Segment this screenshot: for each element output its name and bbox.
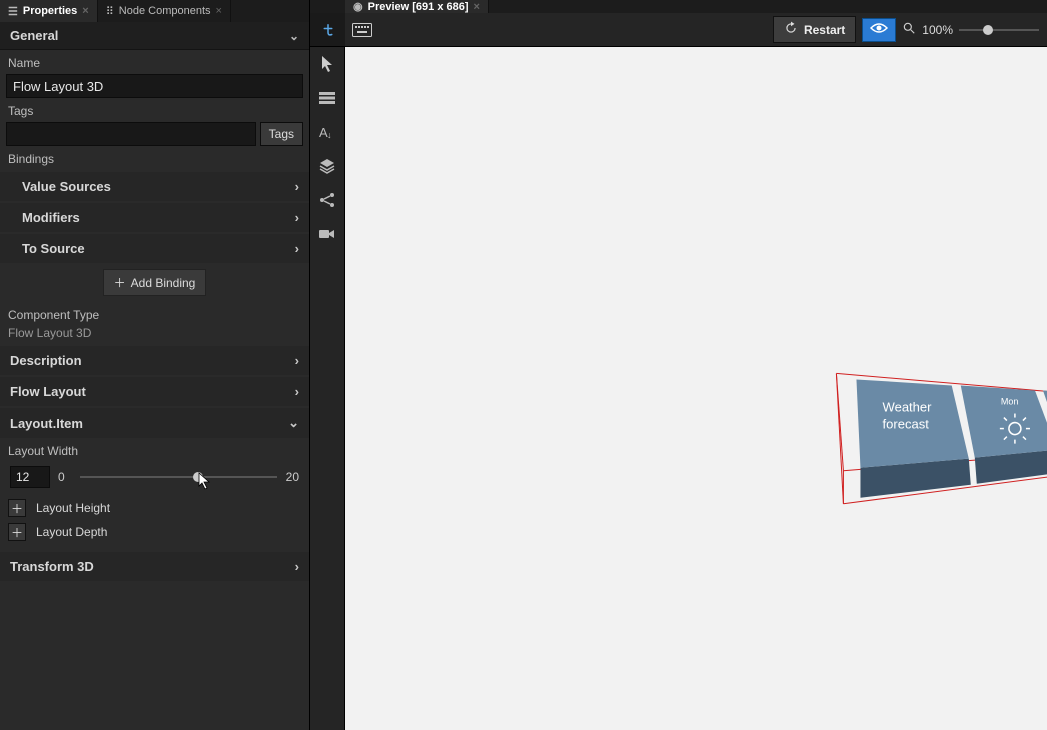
label-layout-width: Layout Width bbox=[6, 438, 303, 462]
chevron-right-icon: › bbox=[295, 384, 299, 399]
row-label: Layout.Item bbox=[10, 416, 83, 431]
tab-label: Node Components bbox=[119, 5, 211, 17]
preview-toolbar: Restart 100% bbox=[310, 13, 1047, 47]
tab-properties[interactable]: ☰ Properties × bbox=[0, 0, 98, 22]
tab-preview[interactable]: ◉ Preview [691 x 686] × bbox=[345, 0, 489, 13]
row-label: Transform 3D bbox=[10, 559, 94, 574]
tile-mon: Mon bbox=[961, 385, 1047, 483]
slider-thumb[interactable] bbox=[983, 25, 993, 35]
share-tool[interactable] bbox=[310, 183, 345, 217]
list-icon: ☰ bbox=[8, 5, 18, 18]
section-title: General bbox=[10, 28, 58, 43]
tile0-line1: Weather bbox=[883, 400, 933, 415]
row-transform-3d[interactable]: Transform 3D › bbox=[0, 552, 309, 581]
camera-tool[interactable] bbox=[310, 217, 345, 251]
grid-tool[interactable] bbox=[310, 81, 345, 115]
scene-3d: Weather forecast Mon Tue bbox=[345, 47, 1047, 730]
row-layout-depth[interactable]: ＋ Layout Depth bbox=[6, 520, 303, 544]
row-layout-height[interactable]: ＋ Layout Height bbox=[6, 496, 303, 520]
visibility-button[interactable] bbox=[862, 18, 896, 42]
name-input[interactable] bbox=[6, 74, 303, 98]
row-to-source[interactable]: To Source › bbox=[0, 234, 309, 263]
plus-icon: ＋ bbox=[114, 274, 126, 291]
plus-icon[interactable]: ＋ bbox=[8, 499, 26, 517]
row-label: Description bbox=[10, 353, 82, 368]
search-icon[interactable] bbox=[902, 21, 916, 38]
restart-button[interactable]: Restart bbox=[773, 16, 856, 43]
row-modifiers[interactable]: Modifiers › bbox=[0, 203, 309, 232]
slider-max: 20 bbox=[285, 470, 299, 484]
row-flow-layout[interactable]: Flow Layout › bbox=[0, 377, 309, 406]
tags-button[interactable]: Tags bbox=[260, 122, 303, 146]
play-icon: ◉ bbox=[353, 0, 363, 13]
select-tool[interactable] bbox=[310, 47, 345, 81]
chevron-right-icon: › bbox=[295, 179, 299, 194]
layout-width-slider-row: 0 20 bbox=[6, 462, 303, 496]
button-label: Add Binding bbox=[131, 276, 196, 290]
prop-label: Layout Height bbox=[36, 501, 110, 515]
chevron-right-icon: › bbox=[295, 559, 299, 574]
slider-thumb[interactable] bbox=[193, 472, 203, 482]
left-tabbar: ☰ Properties × ⠿ Node Components × bbox=[0, 0, 309, 22]
prop-label: Layout Depth bbox=[36, 525, 107, 539]
keyboard-icon[interactable] bbox=[345, 13, 379, 47]
slider-min: 0 bbox=[58, 470, 72, 484]
row-label: To Source bbox=[22, 241, 85, 256]
vertical-toolstrip: A↓ bbox=[310, 47, 345, 730]
label-component-type: Component Type bbox=[6, 302, 303, 326]
chevron-right-icon: › bbox=[295, 353, 299, 368]
components-icon: ⠿ bbox=[106, 5, 114, 18]
row-value-sources[interactable]: Value Sources › bbox=[0, 172, 309, 201]
row-label: Flow Layout bbox=[10, 384, 86, 399]
close-icon[interactable]: × bbox=[216, 5, 222, 17]
chevron-right-icon: › bbox=[295, 210, 299, 225]
close-icon[interactable]: × bbox=[82, 5, 88, 17]
right-tabbar: ◉ Preview [691 x 686] × bbox=[310, 0, 1047, 13]
tile0-line2: forecast bbox=[883, 417, 930, 432]
preview-panel: ◉ Preview [691 x 686] × bbox=[310, 0, 1047, 730]
chevron-down-icon: ⌄ bbox=[288, 415, 299, 431]
tab-node-components[interactable]: ⠿ Node Components × bbox=[98, 0, 231, 22]
svg-text:↓: ↓ bbox=[327, 130, 332, 140]
tab-label: Preview [691 x 686] bbox=[368, 1, 469, 13]
tile-weather: Weather forecast bbox=[856, 379, 970, 497]
tags-input[interactable] bbox=[6, 122, 256, 146]
preview-canvas[interactable]: Weather forecast Mon Tue bbox=[345, 47, 1047, 730]
text-tool[interactable]: A↓ bbox=[310, 115, 345, 149]
layers-tool[interactable] bbox=[310, 149, 345, 183]
restart-icon bbox=[784, 21, 798, 38]
label-name: Name bbox=[6, 50, 303, 74]
label-bindings: Bindings bbox=[6, 146, 303, 170]
layout-width-slider[interactable] bbox=[80, 470, 277, 484]
zoom-value: 100% bbox=[922, 23, 953, 37]
tile1-label: Mon bbox=[1001, 397, 1019, 407]
row-layout-item[interactable]: Layout.Item ⌄ bbox=[0, 408, 309, 438]
close-icon[interactable]: × bbox=[474, 1, 480, 13]
properties-panel: ☰ Properties × ⠿ Node Components × Gener… bbox=[0, 0, 310, 730]
row-description[interactable]: Description › bbox=[0, 346, 309, 375]
section-general[interactable]: General ⌄ bbox=[0, 22, 309, 50]
tab-label: Properties bbox=[23, 5, 77, 17]
chevron-down-icon: ⌄ bbox=[289, 29, 299, 43]
label-tags: Tags bbox=[6, 98, 303, 122]
pan-tool[interactable] bbox=[310, 13, 345, 46]
add-binding-button[interactable]: ＋ Add Binding bbox=[103, 269, 207, 296]
layout-width-input[interactable] bbox=[10, 466, 50, 488]
row-label: Value Sources bbox=[22, 179, 111, 194]
chevron-right-icon: › bbox=[295, 241, 299, 256]
component-type-value: Flow Layout 3D bbox=[6, 326, 303, 344]
row-label: Modifiers bbox=[22, 210, 80, 225]
plus-icon[interactable]: ＋ bbox=[8, 523, 26, 541]
button-label: Restart bbox=[804, 23, 845, 37]
eye-icon bbox=[870, 22, 888, 37]
zoom-slider[interactable] bbox=[959, 29, 1039, 31]
